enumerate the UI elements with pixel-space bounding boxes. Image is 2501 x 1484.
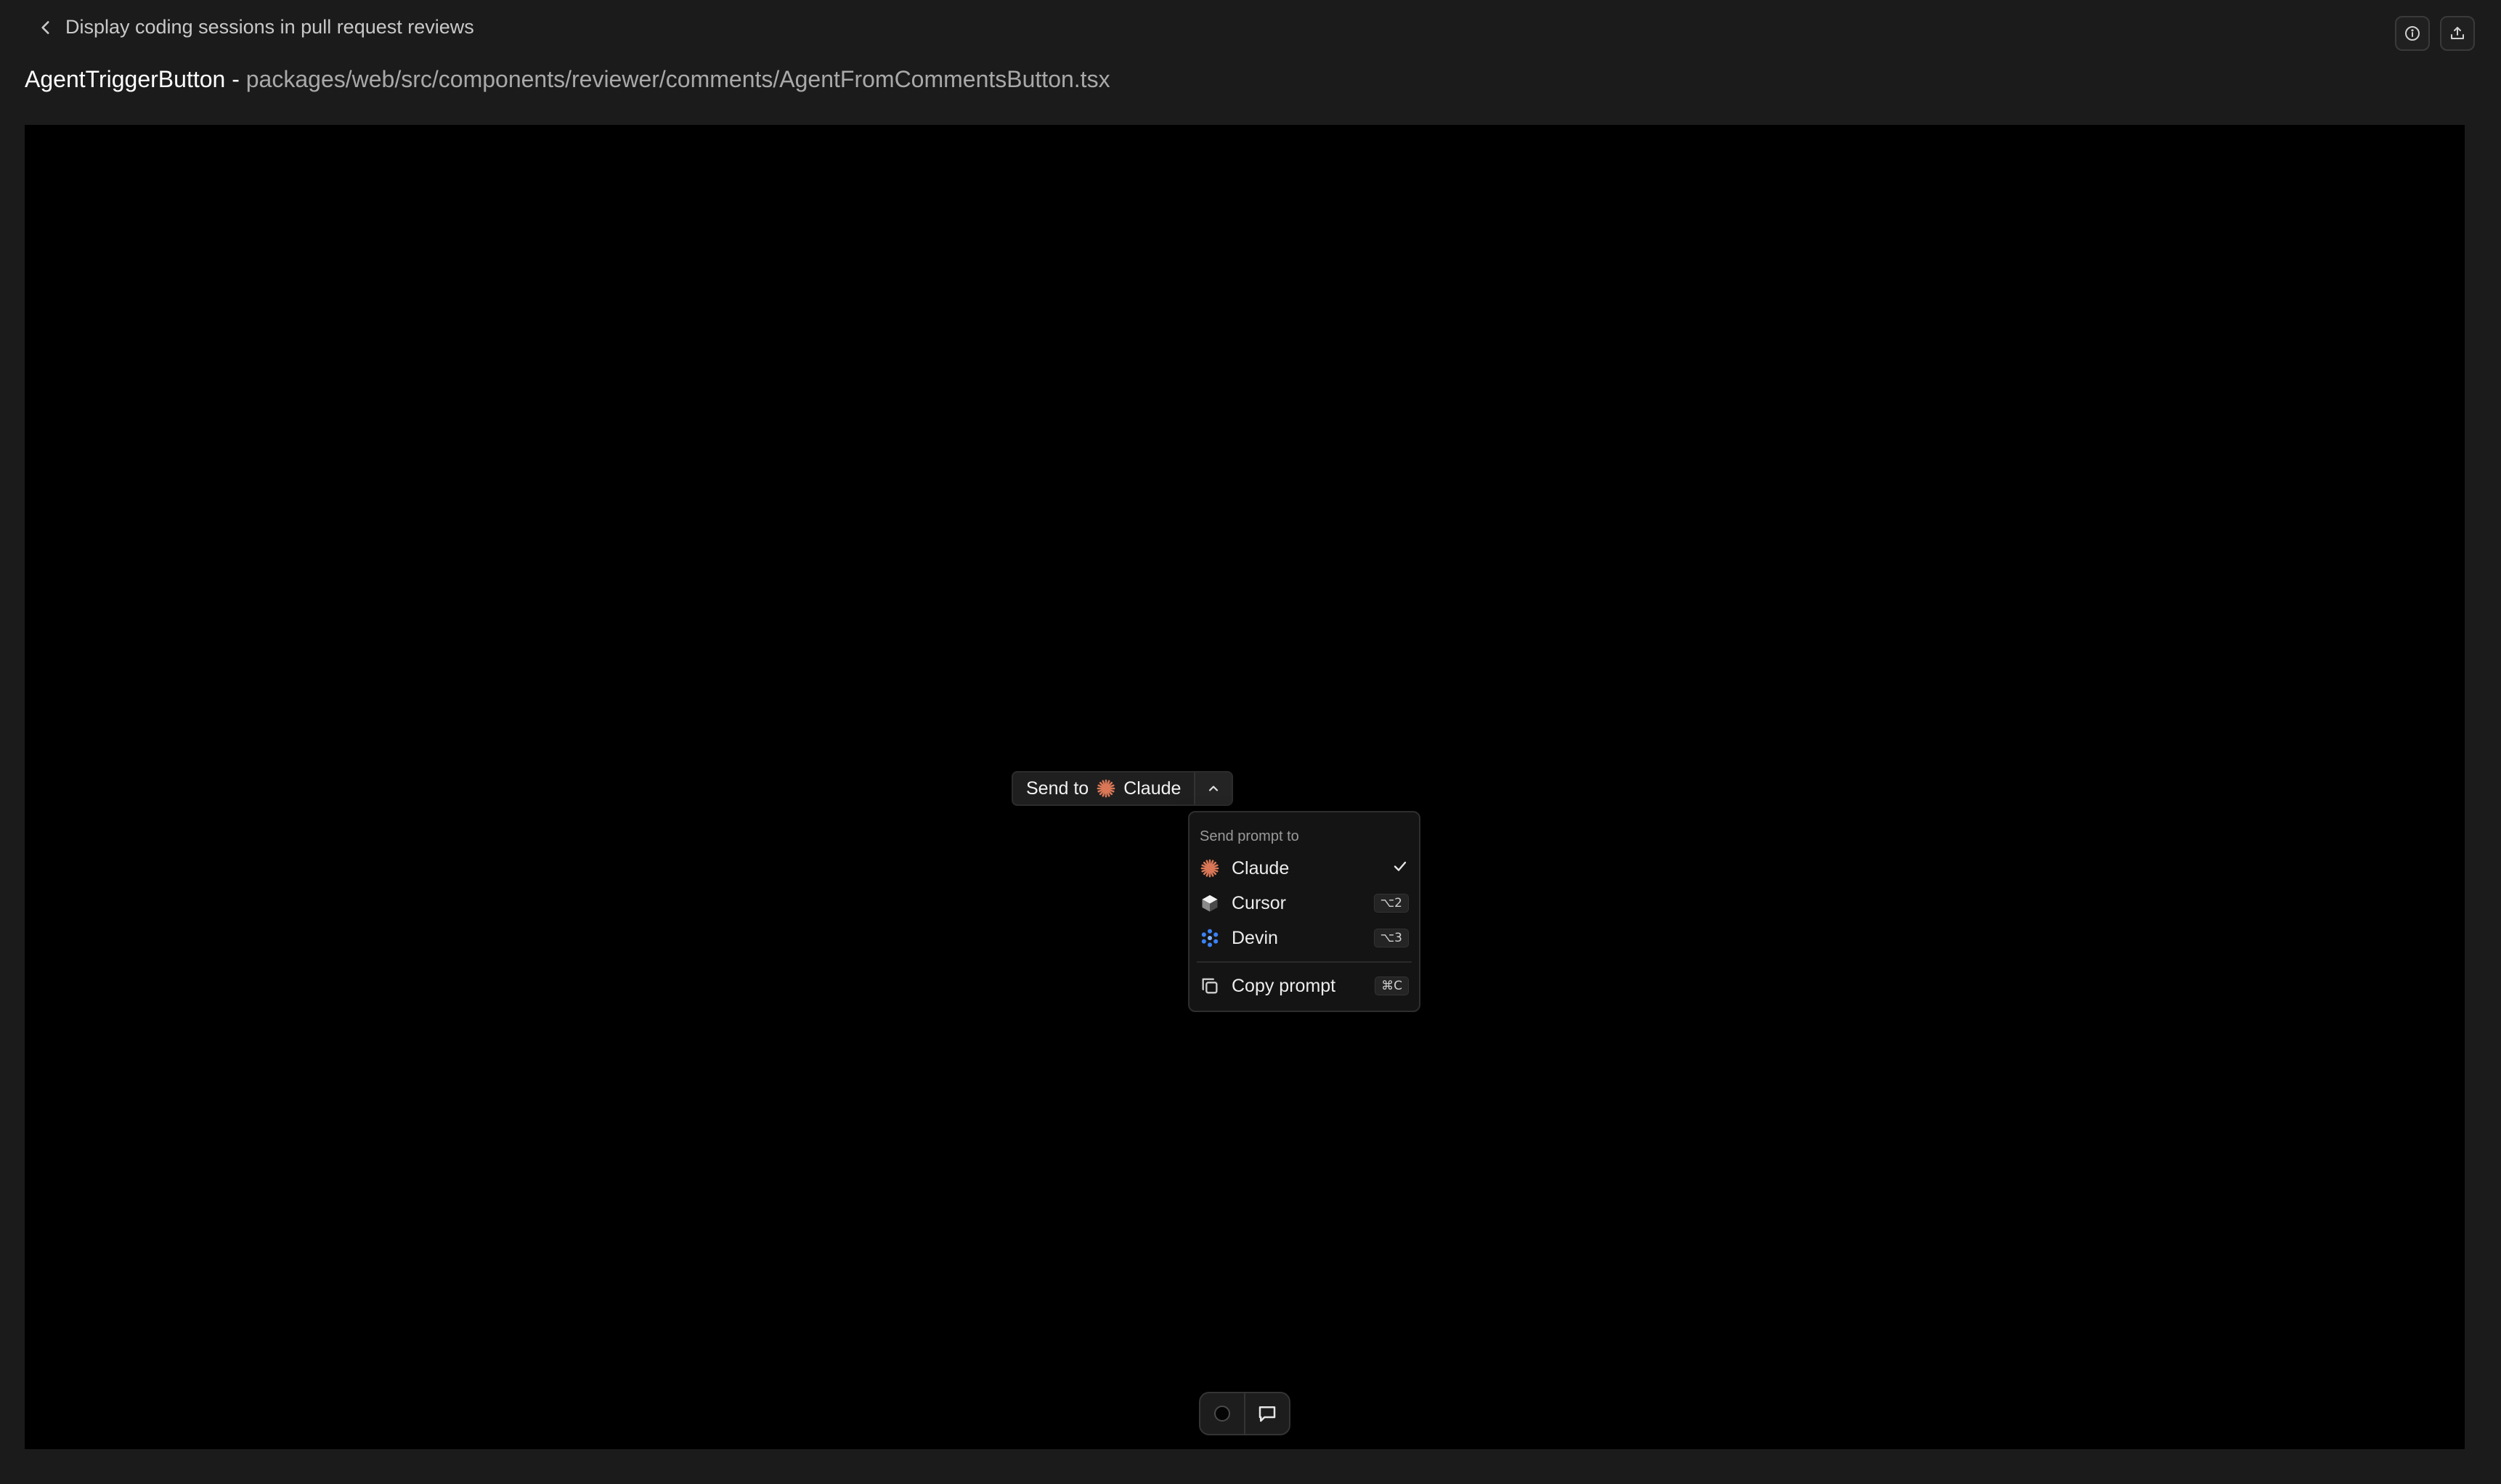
back-link[interactable]: Display coding sessions in pull request … <box>36 16 474 38</box>
menu-item-cursor[interactable]: Cursor ⌥2 <box>1197 886 1412 921</box>
chevron-left-icon <box>41 20 49 34</box>
comments-button[interactable] <box>1244 1393 1289 1434</box>
menu-heading: Send prompt to <box>1200 828 1299 844</box>
top-actions <box>2395 16 2475 51</box>
back-link-label: Display coding sessions in pull request … <box>65 16 474 38</box>
send-to-label: Send to <box>1026 778 1089 799</box>
devin-icon <box>1200 928 1220 948</box>
share-button[interactable] <box>2440 16 2475 51</box>
claude-icon <box>1200 858 1220 878</box>
selected-agent-label: Claude <box>1123 778 1182 799</box>
file-path: packages/web/src/components/reviewer/com… <box>245 66 1110 92</box>
menu-item-devin[interactable]: Devin ⌥3 <box>1197 921 1412 955</box>
menu-item-label: Copy prompt <box>1232 975 1336 996</box>
agent-menu-toggle[interactable] <box>1195 772 1232 804</box>
copy-icon <box>1200 976 1220 996</box>
chevron-up-icon <box>1209 786 1219 791</box>
comment-icon <box>1258 1406 1276 1422</box>
info-button[interactable] <box>2395 16 2430 51</box>
info-icon <box>2405 26 2420 41</box>
shortcut-badge: ⌥2 <box>1373 894 1409 913</box>
app-window: Display coding sessions in pull request … <box>0 0 2501 1484</box>
preview-canvas <box>25 125 2465 1449</box>
shortcut-badge: ⌥3 <box>1373 929 1409 947</box>
upload-icon <box>2451 27 2464 39</box>
send-to-agent-button[interactable]: Send to Claude <box>1013 772 1194 804</box>
menu-item-label: Devin <box>1232 927 1278 948</box>
claude-icon <box>1097 779 1115 798</box>
shortcut-badge: ⌘C <box>1375 977 1409 995</box>
checkmark-icon <box>1391 857 1409 880</box>
component-name: AgentTriggerButton <box>25 66 226 92</box>
menu-item-label: Claude <box>1232 857 1290 878</box>
dark-mode-icon <box>1214 1406 1230 1422</box>
cursor-icon <box>1200 893 1220 913</box>
agent-dropdown-menu: Send prompt to Claude Cursor ⌥2 Devin ⌥3… <box>1188 811 1420 1012</box>
menu-divider <box>1197 961 1412 963</box>
title-separator: - <box>225 66 246 92</box>
menu-item-label: Cursor <box>1232 892 1287 913</box>
theme-toggle-button[interactable] <box>1200 1393 1244 1434</box>
agent-trigger-split-button: Send to Claude <box>1012 771 1234 806</box>
page-title: AgentTriggerButton - packages/web/src/co… <box>25 64 1110 94</box>
bottom-toolbar <box>1199 1392 1290 1435</box>
menu-item-copy-prompt[interactable]: Copy prompt ⌘C <box>1197 969 1412 1003</box>
menu-item-claude[interactable]: Claude <box>1197 851 1412 886</box>
